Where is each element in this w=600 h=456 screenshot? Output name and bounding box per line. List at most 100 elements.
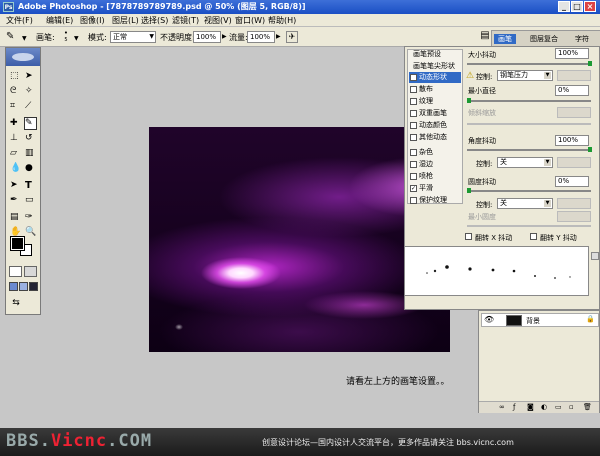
screen-mode-full-icon[interactable] <box>29 282 38 291</box>
checkbox-icon[interactable] <box>410 149 417 156</box>
zoom-tool-icon[interactable]: 🔍 <box>24 226 37 239</box>
checkbox-checked-icon[interactable]: ✓ <box>410 74 417 81</box>
tool-preset-dropdown-icon[interactable]: ▼ <box>22 35 27 42</box>
checkbox-icon[interactable] <box>410 197 417 204</box>
checkbox-checked-icon[interactable]: ✓ <box>410 185 417 192</box>
checkbox-icon[interactable] <box>410 161 417 168</box>
minimize-button[interactable]: _ <box>558 1 570 12</box>
blur-tool-icon[interactable]: 💧 <box>9 162 22 175</box>
file-browser-icon[interactable]: ▤ <box>478 30 492 44</box>
roundness-jitter-field[interactable]: 0% <box>555 176 589 187</box>
brush-option-presets[interactable]: 画笔预设 <box>409 49 461 60</box>
move-tool-icon[interactable]: ➤ <box>24 70 37 83</box>
menu-image[interactable]: 图像(I) <box>80 15 105 26</box>
flow-field[interactable]: 100% <box>247 31 275 43</box>
brush-picker[interactable]: • 5 <box>60 29 72 45</box>
brush-option-texture[interactable]: 纹理 <box>409 96 461 107</box>
trash-icon[interactable]: 🗑 <box>583 403 592 411</box>
checkbox-icon[interactable] <box>410 134 417 141</box>
menu-help[interactable]: 帮助(H) <box>268 15 296 26</box>
size-jitter-field[interactable]: 100% <box>555 48 589 59</box>
angle-jitter-field[interactable]: 100% <box>555 135 589 146</box>
min-diameter-slider[interactable] <box>467 100 591 102</box>
roundness-jitter-slider[interactable] <box>467 190 591 192</box>
min-diameter-field[interactable]: 0% <box>555 85 589 96</box>
flip-y-checkbox[interactable] <box>530 233 537 240</box>
checkbox-icon[interactable] <box>410 122 417 129</box>
flow-slider-arrow-icon[interactable]: ▶ <box>276 33 281 40</box>
standard-mode-icon[interactable] <box>9 266 22 277</box>
brush-option-noise[interactable]: 杂色 <box>409 147 461 158</box>
brush-option-other-dynamics[interactable]: 其他动态 <box>409 132 461 143</box>
quick-mask-icon[interactable] <box>24 266 37 277</box>
gradient-tool-icon[interactable]: ▥ <box>24 147 37 160</box>
brush-tool-icon[interactable]: ✎ <box>6 31 20 43</box>
control-select-2[interactable]: 关 ▼ <box>497 157 553 168</box>
history-brush-tool-icon[interactable]: ↺ <box>24 132 37 145</box>
new-layer-icon[interactable]: ▫ <box>569 403 574 411</box>
screen-mode-standard-icon[interactable] <box>9 282 18 291</box>
brush-option-smoothing[interactable]: ✓ 平滑 <box>409 183 461 194</box>
slice-tool-icon[interactable]: ⟋ <box>24 100 37 113</box>
roundness-jitter-slider-knob[interactable] <box>467 188 471 193</box>
crop-tool-icon[interactable]: ⌗ <box>9 100 22 113</box>
screen-mode-menu-icon[interactable] <box>19 282 28 291</box>
size-jitter-slider-knob[interactable] <box>588 61 592 66</box>
type-tool-icon[interactable]: T <box>24 179 37 192</box>
adjustment-layer-icon[interactable]: ◐ <box>541 403 547 411</box>
menu-select[interactable]: 选择(S) <box>141 15 168 26</box>
maximize-button[interactable]: □ <box>571 1 583 12</box>
checkbox-icon[interactable] <box>410 110 417 117</box>
size-jitter-slider[interactable] <box>467 63 591 65</box>
mode-select[interactable]: 正常 ▼ <box>110 31 156 43</box>
angle-jitter-slider[interactable] <box>467 149 591 151</box>
foreground-color-swatch[interactable] <box>10 236 25 251</box>
brush-option-color-dynamics[interactable]: 动态颜色 <box>409 120 461 131</box>
menu-filter[interactable]: 滤镜(T) <box>172 15 199 26</box>
image-ready-jump-icon[interactable]: ⇆ <box>10 297 22 309</box>
new-preset-icon[interactable] <box>591 252 599 260</box>
min-diameter-slider-knob[interactable] <box>467 98 471 103</box>
brush-option-tip-shape[interactable]: 画笔笔尖形状 <box>409 61 461 72</box>
menu-edit[interactable]: 编辑(E) <box>46 15 73 26</box>
airbrush-icon[interactable]: ✈ <box>286 31 298 43</box>
opacity-slider-arrow-icon[interactable]: ▶ <box>222 33 227 40</box>
control-select-3[interactable]: 关 ▼ <box>497 198 553 209</box>
palette-tab-layer-comps[interactable]: 图层复合 <box>530 34 558 44</box>
eraser-tool-icon[interactable]: ▱ <box>9 147 22 160</box>
angle-jitter-slider-knob[interactable] <box>588 147 592 152</box>
brush-option-wet-edges[interactable]: 湿边 <box>409 159 461 170</box>
close-button[interactable]: × <box>584 1 596 12</box>
magic-wand-tool-icon[interactable]: ✧ <box>24 85 37 98</box>
brush-option-dual-brush[interactable]: 双重画笔 <box>409 108 461 119</box>
checkbox-icon[interactable] <box>410 173 417 180</box>
palette-tab-character[interactable]: 字符 <box>575 34 589 44</box>
healing-brush-tool-icon[interactable]: ✚ <box>9 117 22 130</box>
checkbox-icon[interactable] <box>410 98 417 105</box>
brush-tool-icon[interactable]: ✎ <box>24 117 37 130</box>
lasso-tool-icon[interactable]: ᘓ <box>9 85 22 98</box>
clone-stamp-tool-icon[interactable]: ⊥ <box>9 132 22 145</box>
eyedropper-tool-icon[interactable]: ✑ <box>24 211 37 224</box>
pen-tool-icon[interactable]: ✒ <box>9 194 22 207</box>
menu-view[interactable]: 视图(V) <box>204 15 232 26</box>
marquee-tool-icon[interactable]: ⬚ <box>9 70 22 83</box>
eye-icon[interactable]: 👁 <box>484 315 494 324</box>
menu-window[interactable]: 窗口(W) <box>235 15 265 26</box>
brush-option-scattering[interactable]: 散布 <box>409 84 461 95</box>
checkbox-icon[interactable] <box>410 86 417 93</box>
dodge-tool-icon[interactable]: ● <box>24 162 37 175</box>
shape-tool-icon[interactable]: ▭ <box>24 194 37 207</box>
flip-x-checkbox[interactable] <box>465 233 472 240</box>
layer-mask-icon[interactable]: ◙ <box>527 403 534 411</box>
brush-picker-arrow-icon[interactable]: ▼ <box>74 35 79 42</box>
palette-tab-brushes[interactable]: 画笔 <box>494 34 516 44</box>
link-layers-icon[interactable]: ∞ <box>499 403 505 411</box>
menu-layer[interactable]: 图层(L) <box>112 15 139 26</box>
menu-file[interactable]: 文件(F) <box>6 15 33 26</box>
new-group-icon[interactable]: ▭ <box>555 403 562 411</box>
notes-tool-icon[interactable]: ▤ <box>9 211 22 224</box>
brush-option-protect-texture[interactable]: 保护纹理 <box>409 195 461 206</box>
layer-row-background[interactable]: 👁 背景 🔒 <box>481 313 599 327</box>
control-select-1[interactable]: 钢笔压力 ▼ <box>497 70 553 81</box>
